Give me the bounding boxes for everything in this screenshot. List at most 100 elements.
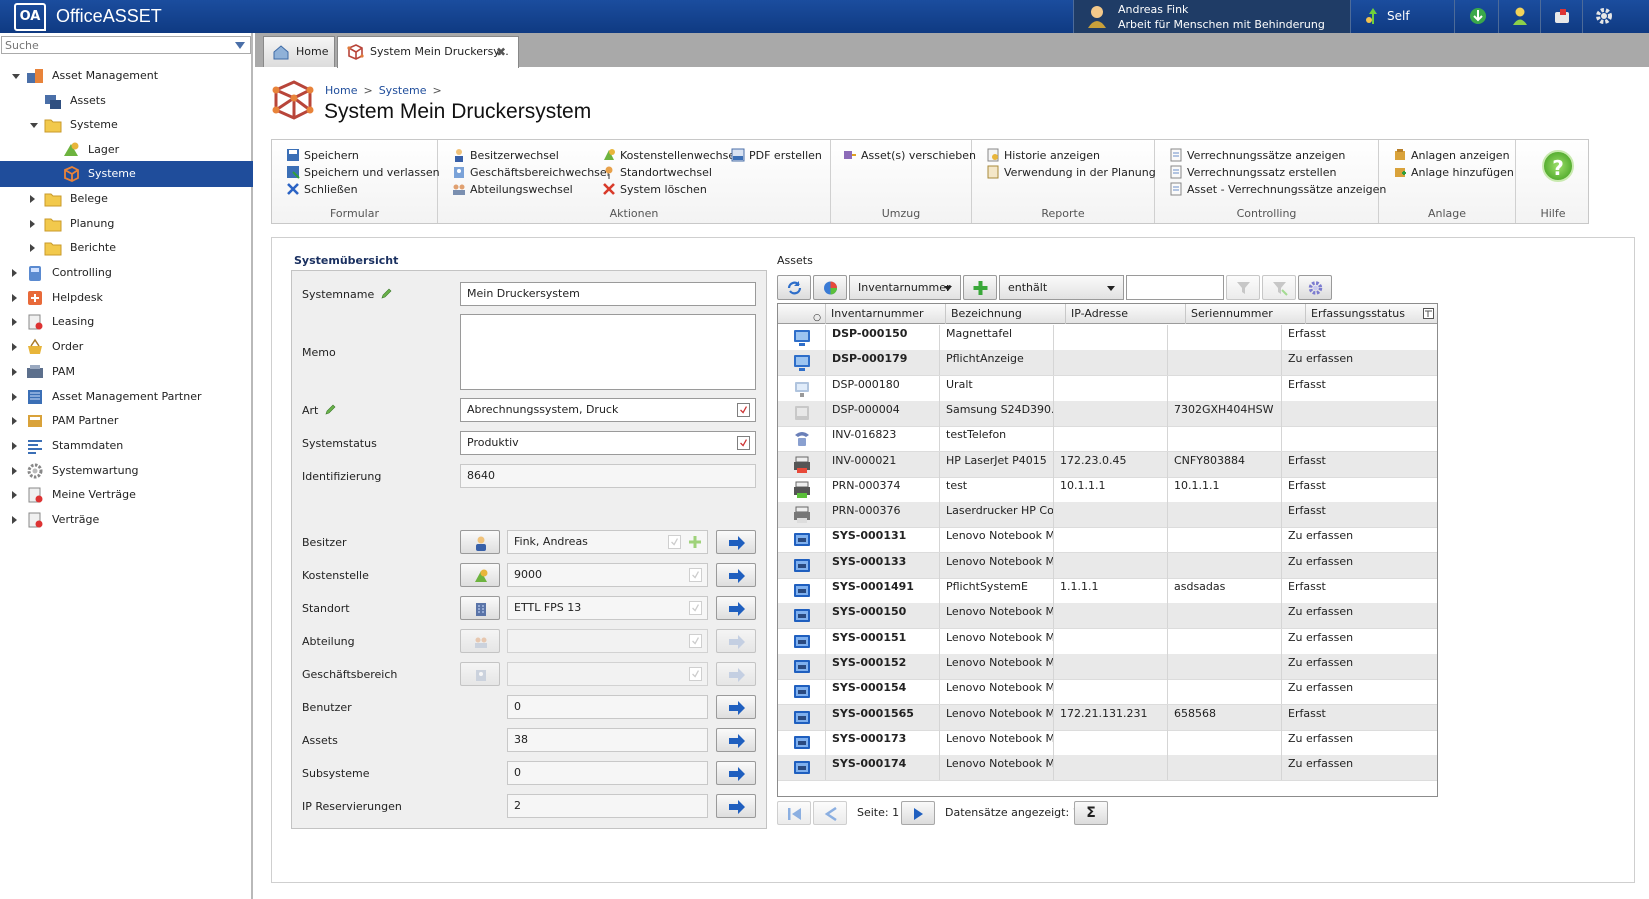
grid-settings-button[interactable] — [1298, 275, 1332, 300]
standort-lookup-button[interactable] — [460, 596, 500, 620]
chevron-right-icon[interactable] — [12, 393, 17, 401]
anlagen-anzeigen-button[interactable]: Anlagen anzeigen — [1393, 148, 1510, 164]
table-row[interactable]: SYS-000131 Lenovo Notebook M... Zu erfasse… — [778, 527, 1437, 554]
table-row[interactable]: SYS-0001565 Lenovo Notebook M... 172.21.13… — [778, 704, 1437, 731]
column-header-ip-adresse[interactable]: IP-Adresse — [1066, 304, 1186, 324]
download-button[interactable] — [1457, 0, 1499, 33]
user-menu[interactable]: Andreas Fink Arbeit für Menschen mit Beh… — [1073, 0, 1351, 44]
clear-filter-button[interactable] — [1262, 275, 1296, 300]
sidebar-item-stammdaten[interactable]: Stammdaten — [0, 433, 253, 459]
asset-verrechnungssaetze-button[interactable]: Asset - Verrechnungssätze anzeigen — [1169, 182, 1386, 198]
chevron-right-icon[interactable] — [30, 220, 35, 228]
besitzer-open-button[interactable] — [716, 530, 756, 554]
sidebar-item-systemwartung[interactable]: Systemwartung — [0, 458, 253, 484]
search-dropdown-icon[interactable] — [233, 39, 247, 51]
chevron-right-icon[interactable] — [12, 491, 17, 499]
nav-search-input[interactable] — [2, 37, 228, 53]
systemname-input[interactable]: Mein Druckersystem — [460, 282, 756, 306]
picker-icon[interactable] — [689, 601, 702, 615]
table-row[interactable]: SYS-000151 Lenovo Notebook M... Zu erfasse… — [778, 628, 1437, 655]
tab-home[interactable]: Home — [263, 36, 335, 67]
column-header-bezeichnung[interactable]: Bezeichnung — [946, 304, 1066, 324]
breadcrumb-systeme[interactable]: Systeme — [379, 84, 427, 97]
standort-open-button[interactable] — [716, 596, 756, 620]
table-row[interactable]: SYS-000133 Lenovo Notebook M... Zu erfasse… — [778, 552, 1437, 579]
sidebar-item-controlling[interactable]: Controlling — [0, 260, 253, 286]
sidebar-item-lager[interactable]: Lager — [0, 137, 253, 163]
standortwechsel-button[interactable]: Standortwechsel — [602, 165, 712, 181]
table-row[interactable]: DSP-000179 PflichtAnzeige Zu erfassen — [778, 350, 1437, 377]
systemstatus-select[interactable]: Produktiv — [460, 431, 756, 455]
picker-icon[interactable] — [689, 568, 702, 582]
chevron-right-icon[interactable] — [12, 417, 17, 425]
table-row[interactable]: SYS-000152 Lenovo Notebook M... Zu erfasse… — [778, 653, 1437, 680]
sum-button[interactable]: Σ — [1074, 801, 1108, 825]
ip-reservierungen-open-button[interactable] — [716, 794, 756, 818]
close-form-button[interactable]: Schließen — [286, 182, 358, 198]
chevron-right-icon[interactable] — [12, 516, 17, 524]
user-profile-button[interactable] — [1499, 0, 1541, 33]
abteilung-lookup-button[interactable] — [460, 629, 500, 653]
column-header-inventarnummer[interactable]: Inventarnummer — [826, 304, 946, 324]
anlage-hinzufuegen-button[interactable]: Anlage hinzufügen — [1393, 165, 1514, 181]
table-row[interactable]: INV-000021 HP LaserJet P4015 172.23.0.45 CN… — [778, 451, 1437, 478]
kostenstelle-lookup-button[interactable] — [460, 563, 500, 587]
geschaeftsbereich-open-button[interactable] — [716, 662, 756, 686]
first-page-button[interactable] — [777, 801, 811, 825]
chevron-down-icon[interactable] — [12, 74, 20, 79]
settings-button[interactable] — [1583, 0, 1625, 33]
messages-button[interactable] — [1541, 0, 1583, 33]
chevron-right-icon[interactable] — [12, 442, 17, 450]
sidebar-item-helpdesk[interactable]: Helpdesk — [0, 285, 253, 311]
verwendung-planung-button[interactable]: Verwendung in der Planung — [986, 165, 1156, 181]
geschaeftsbereichwechsel-button[interactable]: Geschäftsbereichwechsel — [452, 165, 610, 181]
sidebar-item-verträge[interactable]: Verträge — [0, 507, 253, 533]
sidebar-item-asset-management-partner[interactable]: Asset Management Partner — [0, 384, 253, 410]
help-button[interactable]: ? — [1542, 150, 1574, 182]
sidebar-item-planung[interactable]: Planung — [0, 211, 253, 237]
pencil-icon[interactable] — [324, 404, 336, 416]
abteilungswechsel-button[interactable]: Abteilungswechsel — [452, 182, 573, 198]
sidebar-item-asset-management[interactable]: Asset Management — [0, 63, 253, 89]
memo-textarea[interactable] — [460, 314, 756, 390]
close-icon[interactable]: ✖ — [496, 37, 506, 67]
chevron-right-icon[interactable] — [12, 368, 17, 376]
add-filter-button[interactable] — [963, 275, 997, 300]
sidebar-item-systeme[interactable]: Systeme — [0, 112, 253, 138]
benutzer-open-button[interactable] — [716, 695, 756, 719]
sidebar-item-meine-verträge[interactable]: Meine Verträge — [0, 482, 253, 508]
refresh-button[interactable] — [777, 275, 811, 300]
picker-icon[interactable] — [737, 403, 750, 417]
chevron-right-icon[interactable] — [30, 195, 35, 203]
table-row[interactable]: SYS-000174 Lenovo Notebook M... Zu erfasse… — [778, 755, 1437, 782]
filter-operator-select[interactable]: enthält — [999, 275, 1124, 300]
next-page-button[interactable] — [901, 801, 935, 825]
table-row[interactable]: DSP-000150 Magnettafel Erfasst — [778, 325, 1437, 351]
sidebar-item-pam-partner[interactable]: PAM Partner — [0, 408, 253, 434]
besitzer-lookup-button[interactable] — [460, 530, 500, 554]
chevron-right-icon[interactable] — [12, 294, 17, 302]
picker-icon[interactable] — [737, 436, 750, 450]
table-row[interactable]: DSP-000180 Uralt Erfasst — [778, 375, 1437, 402]
kostenstellenwechsel-button[interactable]: Kostenstellenwechsel — [602, 148, 738, 164]
column-header-seriennummer[interactable]: Seriennummer — [1186, 304, 1306, 324]
historie-anzeigen-button[interactable]: Historie anzeigen — [986, 148, 1100, 164]
assets-open-button[interactable] — [716, 728, 756, 752]
prev-page-button[interactable] — [813, 801, 847, 825]
assets-verschieben-button[interactable]: Asset(s) verschieben — [843, 148, 976, 164]
save-and-close-button[interactable]: Speichern und verlassen — [286, 165, 440, 181]
tab-system[interactable]: System Mein Druckersy... ✖ — [337, 36, 519, 68]
table-row[interactable]: DSP-000004 Samsung S24D390... 7302GXH404HS… — [778, 400, 1437, 427]
geschaeftsbereich-lookup-button[interactable] — [460, 662, 500, 686]
chevron-right-icon[interactable] — [30, 244, 35, 252]
sidebar-item-assets[interactable]: Assets — [0, 88, 253, 114]
verrechnungssaetze-anzeigen-button[interactable]: Verrechnungssätze anzeigen — [1169, 148, 1345, 164]
column-header-erfassungsstatus[interactable]: Erfassungsstatus — [1306, 304, 1437, 324]
table-row[interactable]: INV-016823 testTelefon — [778, 426, 1437, 453]
chevron-down-icon[interactable] — [30, 123, 38, 128]
column-menu-icon[interactable] — [1423, 308, 1434, 319]
table-row[interactable]: SYS-0001491 PflichtSystemE 1.1.1.1 asdsadas… — [778, 578, 1437, 604]
sidebar-item-order[interactable]: Order — [0, 334, 253, 360]
subsysteme-open-button[interactable] — [716, 761, 756, 785]
picker-icon[interactable] — [689, 634, 702, 648]
